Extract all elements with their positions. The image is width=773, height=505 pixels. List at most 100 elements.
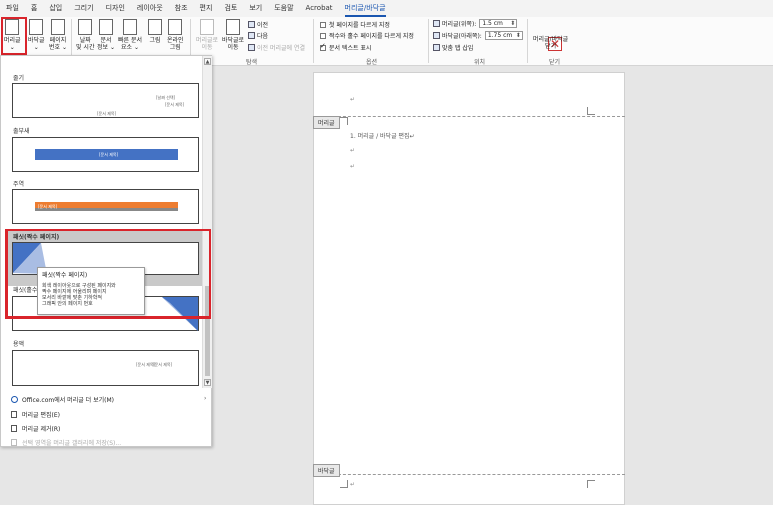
gallery-item-thumb[interactable]: [문서 제목] (12, 189, 199, 224)
picture-icon (148, 19, 162, 35)
header-boundary (313, 116, 625, 117)
tab-acrobat[interactable]: Acrobat (306, 0, 333, 17)
tab-header-footer[interactable]: 머리글/바닥글 (344, 1, 386, 17)
header-top-row: 머리글(위쪽): 1.5 cm (433, 19, 518, 28)
paragraph-mark: ↵ (350, 481, 356, 488)
tab-design[interactable]: 디자인 (106, 0, 125, 17)
options-group-label: 옵션 (366, 59, 378, 66)
thumb-text: [문서 제목] (97, 111, 117, 116)
header-button-highlight (1, 17, 27, 55)
tab-review[interactable]: 검토 (224, 0, 237, 17)
tab-view[interactable]: 보기 (249, 0, 262, 17)
tab-draw[interactable]: 그리기 (74, 0, 93, 17)
quick-parts-button[interactable]: 빠른 문서 요소 ⌄ (118, 19, 142, 51)
gallery-item-thumb[interactable]: [문서 제목] [문서 제목] (12, 350, 199, 386)
online-picture-button[interactable]: 온라인 그림 (167, 19, 184, 51)
footer-icon (29, 19, 44, 35)
tab-file[interactable]: 파일 (6, 0, 19, 17)
gallery-scrollbar[interactable]: ▲ ▼ (202, 56, 212, 388)
gallery-item-label: 용액 (13, 341, 25, 348)
gallery-item-label: 줄기 (13, 75, 25, 82)
footer-position-icon (433, 32, 440, 39)
gallery-tooltip: 패싯(짝수 페이지) 회색 레이아웃으로 구성된 페이지와 짝수 페이지에 어울… (37, 267, 145, 315)
page-number-icon (50, 19, 65, 35)
quick-parts-icon (123, 19, 137, 35)
thumb-text: [문서 제목] (38, 204, 58, 209)
tooltip-title: 패싯(짝수 페이지) (42, 272, 88, 279)
goto-footer-button[interactable]: 바닥글로 이동 (222, 19, 244, 51)
tab-insert[interactable]: 삽입 (49, 0, 62, 17)
remove-header-item[interactable]: 머리글 제거(R) (11, 424, 60, 433)
footer-boundary (313, 474, 625, 475)
tab-layout[interactable]: 레이아웃 (137, 0, 163, 17)
page-number-button[interactable]: 페이지 번호 ⌄ (49, 19, 67, 51)
different-first-page-check[interactable]: 첫 페이지를 다르게 지정 (320, 20, 390, 29)
save-selection-icon (11, 439, 17, 446)
footer-bottom-row: 바닥글(아래쪽): 1.75 cm (433, 31, 523, 40)
link-icon (248, 44, 255, 51)
margin-corner (340, 117, 348, 125)
thumb-text: [문서 제목] (153, 362, 173, 367)
goto-header-icon (200, 19, 215, 35)
blue-banner: [문서 제목] (35, 149, 178, 160)
previous-button[interactable]: 이전 (248, 20, 268, 29)
tab-home[interactable]: 홈 (31, 0, 37, 17)
paragraph-mark: ↵ (350, 163, 356, 170)
remove-header-icon (11, 425, 17, 432)
margin-corner (340, 480, 348, 488)
thumb-text: [문서 제목] (165, 102, 185, 107)
picture-button[interactable]: 그림 (148, 19, 162, 44)
edit-header-icon (11, 411, 17, 418)
header-top-input[interactable]: 1.5 cm (479, 19, 518, 28)
save-selection-item[interactable]: 선택 영역을 머리글 갤러리에 저장(S)... (11, 438, 121, 447)
gallery-item-thumb[interactable]: [날짜 선택] [문서 제목] [문서 제목] (12, 83, 199, 118)
checkbox-checked[interactable] (320, 42, 326, 51)
date-time-button[interactable]: 날짜 및 시간 (76, 19, 94, 51)
goto-header-button[interactable]: 머리글로 이동 (196, 19, 218, 51)
doc-info-button[interactable]: 문서 정보 ⌄ (97, 19, 115, 51)
previous-icon (248, 21, 255, 28)
globe-icon (11, 396, 18, 403)
position-group-label: 위치 (474, 59, 486, 66)
more-headers-office-link[interactable]: Office.com에서 머리글 더 보기(M) (11, 395, 114, 404)
footer-button[interactable]: 바닥글 ⌄ (28, 19, 45, 51)
nav-group-label: 탐색 (246, 59, 258, 66)
next-button[interactable]: 다음 (248, 31, 268, 40)
calendar-icon (78, 19, 93, 35)
insert-align-tab-button[interactable]: 맞춤 탭 삽입 (433, 43, 473, 52)
ribbon-separator (313, 19, 314, 63)
margin-corner (587, 480, 595, 488)
show-doc-text-check[interactable]: 문서 텍스트 표시 (320, 42, 371, 52)
thumb-text: [날짜 선택] (156, 95, 176, 100)
scroll-down-arrow[interactable]: ▼ (204, 379, 211, 386)
scroll-up-arrow[interactable]: ▲ (204, 58, 211, 65)
tab-mailings[interactable]: 편지 (200, 0, 213, 17)
link-to-previous-button[interactable]: 이전 머리글에 연결 (248, 43, 305, 52)
doc-info-icon (98, 19, 113, 35)
edit-header-item[interactable]: 머리글 편집(E) (11, 410, 60, 419)
align-tab-icon (433, 44, 440, 51)
chevron-right-icon: › (204, 395, 207, 402)
gallery-item-label: 주역 (13, 181, 25, 188)
close-header-footer-button[interactable]: 머리글/바닥글 닫기 (533, 36, 568, 50)
tooltip-line: 그래픽 안의 페이지 번호 (42, 301, 93, 307)
goto-footer-icon (226, 19, 241, 35)
orange-banner: [문서 제목] (35, 202, 178, 211)
online-picture-icon (168, 19, 183, 35)
footer-bottom-input[interactable]: 1.75 cm (484, 31, 523, 40)
close-group-label: 닫기 (549, 59, 561, 66)
ribbon-separator (527, 19, 528, 63)
header-tag[interactable]: 머리글 (313, 116, 340, 129)
paragraph-mark: ↵ (350, 96, 356, 103)
margin-corner (587, 107, 595, 115)
checkbox[interactable] (320, 32, 326, 39)
next-icon (248, 32, 255, 39)
checkbox[interactable] (320, 21, 326, 28)
gallery-item-thumb[interactable]: [문서 제목] (12, 137, 199, 172)
tab-help[interactable]: 도움말 (274, 0, 293, 17)
different-odd-even-check[interactable]: 짝수와 홀수 페이지를 다르게 지정 (320, 31, 414, 40)
header-position-icon (433, 20, 440, 27)
document-body-text[interactable]: 1. 머리글 / 바닥글 편집↵ (350, 131, 415, 140)
tab-references[interactable]: 참조 (175, 0, 188, 17)
footer-tag[interactable]: 바닥글 (313, 464, 340, 477)
